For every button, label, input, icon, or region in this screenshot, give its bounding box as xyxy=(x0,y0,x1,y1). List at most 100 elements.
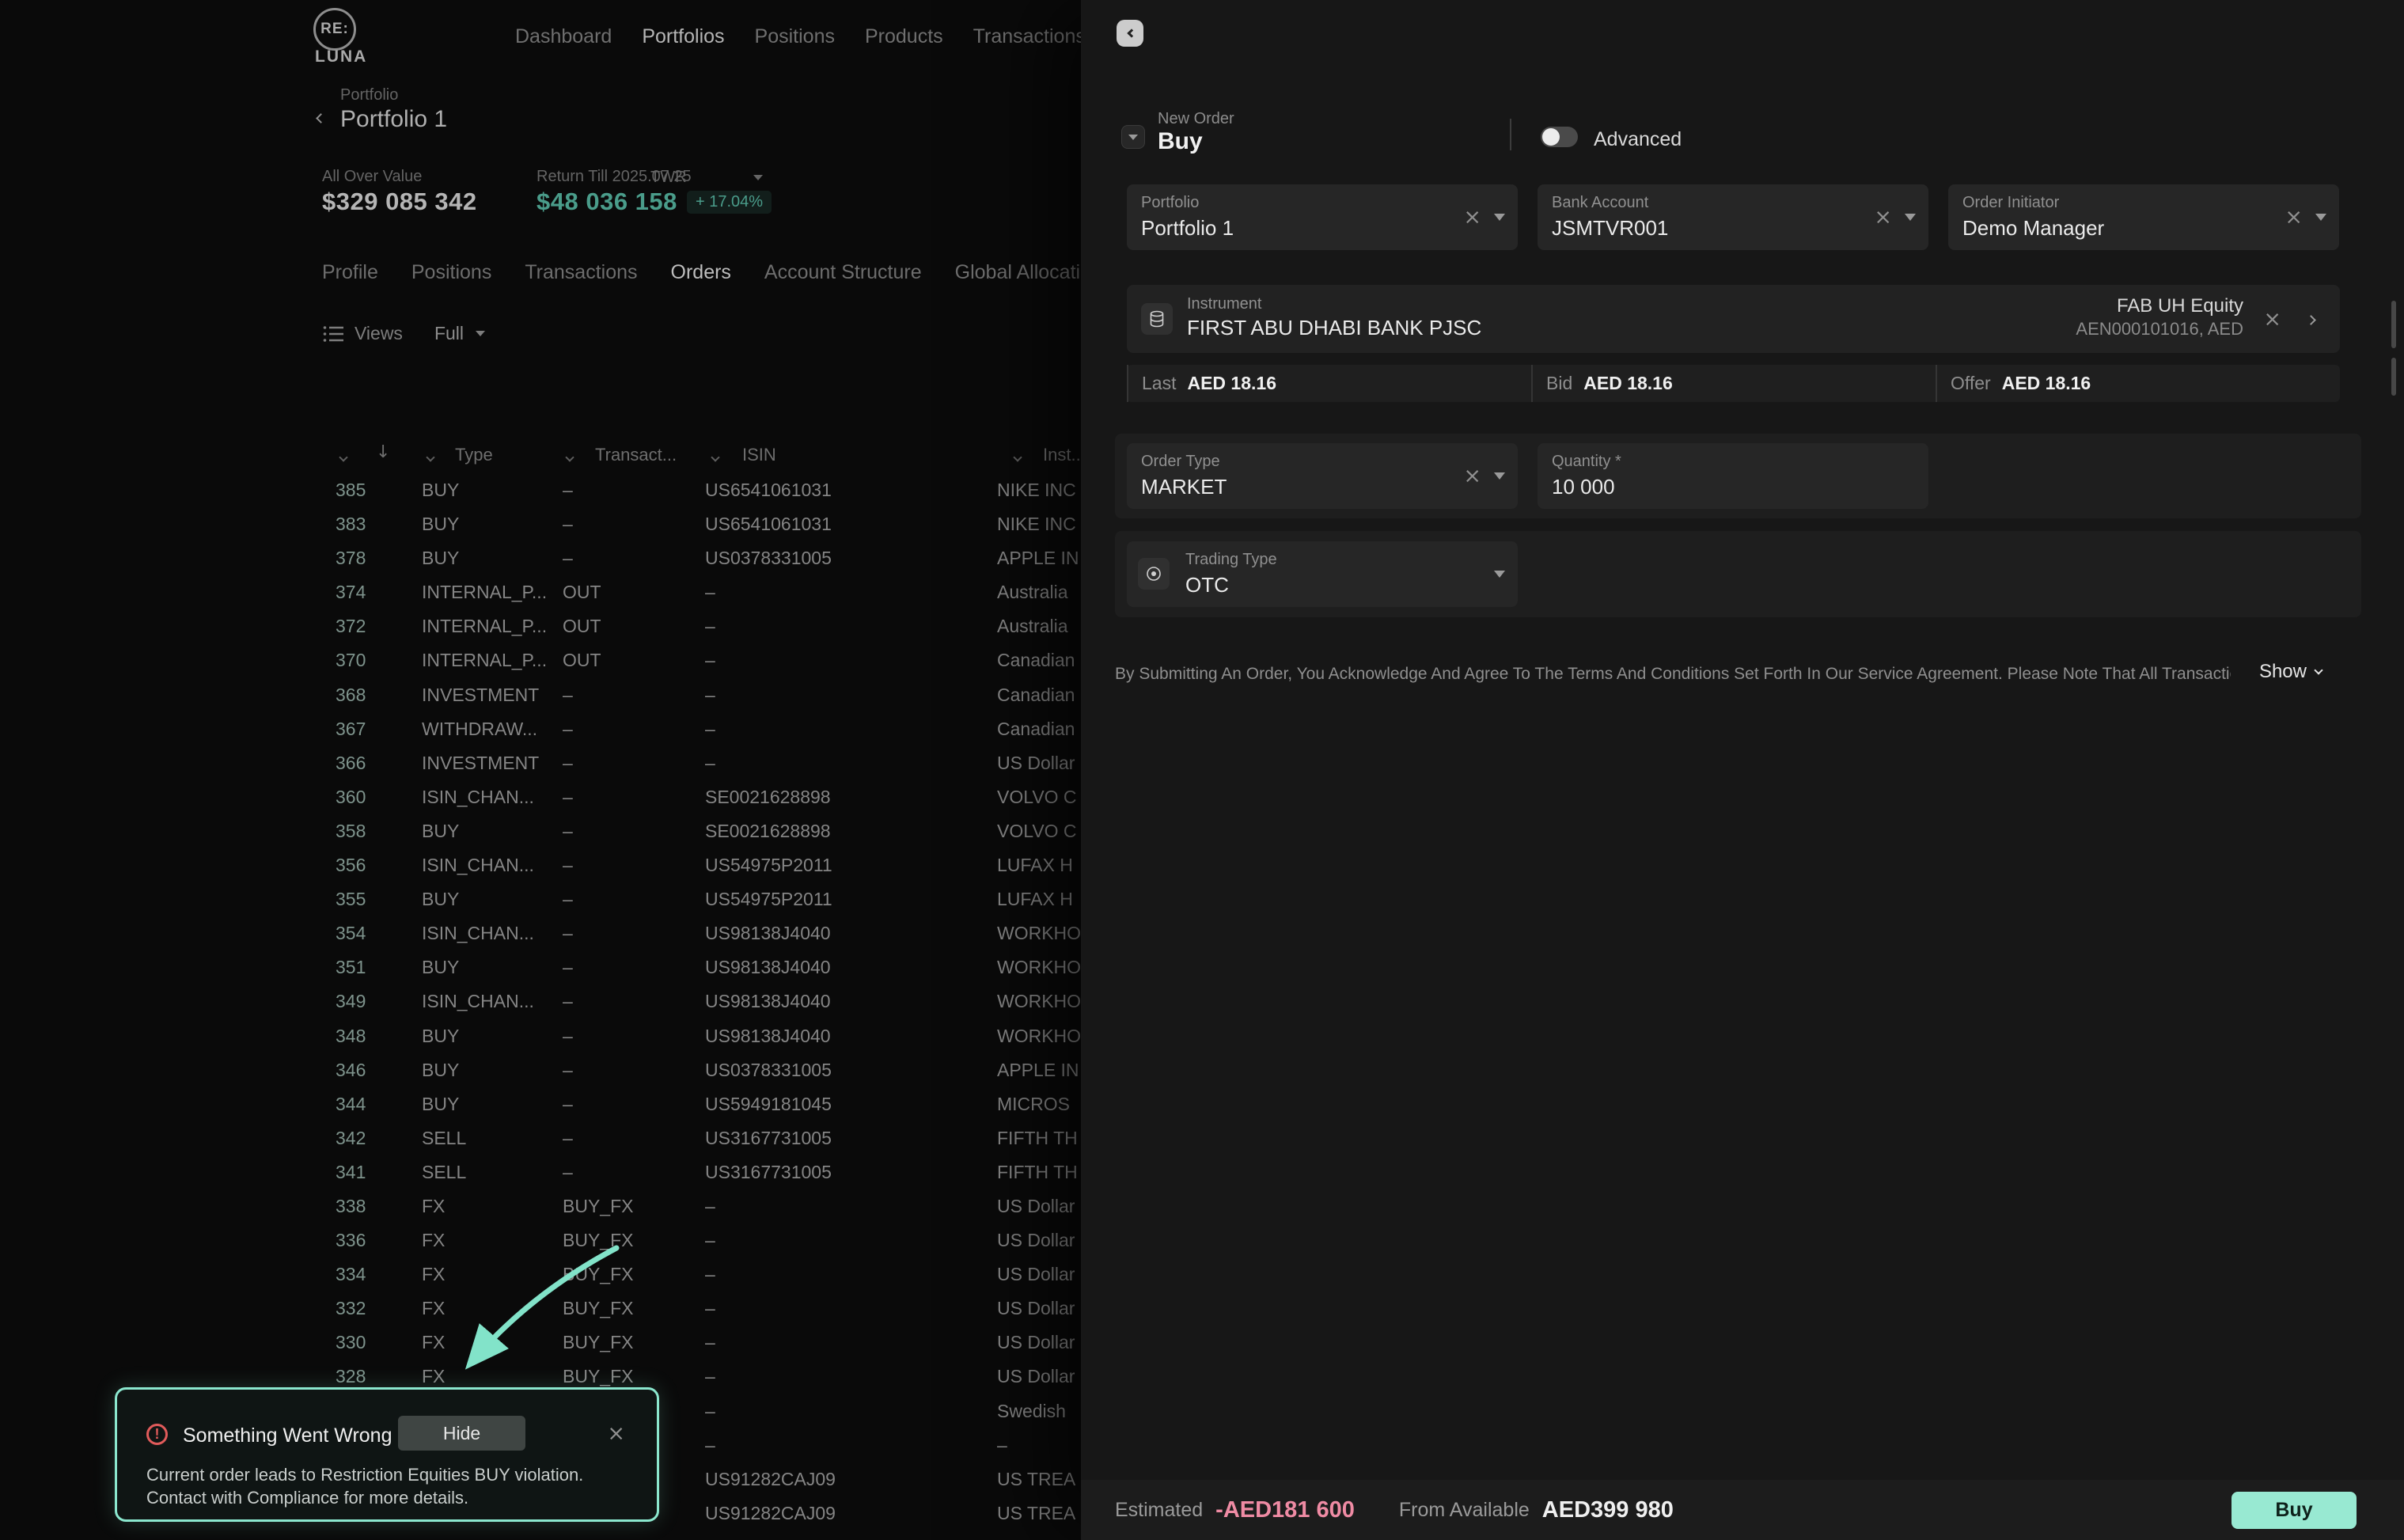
order-id: 358 xyxy=(336,814,366,848)
column-menu-icon[interactable] xyxy=(567,445,573,465)
tab[interactable]: Account Structure xyxy=(764,261,922,284)
divider xyxy=(1510,119,1511,150)
chevron-down-icon[interactable] xyxy=(1494,472,1505,480)
order-row[interactable]: 349 ISIN_CHAN... – US98138J4040 WORKHO xyxy=(322,984,1081,1018)
instrument-field[interactable]: Instrument FIRST ABU DHABI BANK PJSC FAB… xyxy=(1127,285,2340,353)
order-row[interactable]: 351 BUY – US98138J4040 WORKHO xyxy=(322,950,1081,984)
order-transact-cell: – xyxy=(563,712,573,746)
order-row[interactable]: 383 BUY – US6541061031 NIKE INC xyxy=(322,507,1081,541)
instrument-isin-currency: AEN000101016, AED xyxy=(2076,319,2243,339)
orders-table-body: 385 BUY – US6541061031 NIKE INC 383 BUY … xyxy=(322,473,1081,1531)
order-row[interactable]: 356 ISIN_CHAN... – US54975P2011 LUFAX H xyxy=(322,848,1081,882)
clear-icon[interactable] xyxy=(1463,207,1481,228)
order-instrument-cell: NIKE INC xyxy=(997,507,1081,541)
order-row[interactable]: 385 BUY – US6541061031 NIKE INC xyxy=(322,473,1081,507)
order-instrument-cell: Australia xyxy=(997,575,1081,609)
bank-account-field[interactable]: Bank Account JSMTVR001 xyxy=(1538,184,1928,250)
order-id: 346 xyxy=(336,1053,366,1087)
chevron-down-icon[interactable] xyxy=(1905,214,1916,221)
chevron-down-icon[interactable] xyxy=(1494,571,1505,578)
order-row[interactable]: 370 INTERNAL_P... OUT – Canadian xyxy=(322,643,1081,677)
nav-item[interactable]: Products xyxy=(865,25,943,48)
close-icon[interactable] xyxy=(607,1423,625,1444)
order-row[interactable]: 354 ISIN_CHAN... – US98138J4040 WORKHO xyxy=(322,916,1081,950)
order-row[interactable]: 348 BUY – US98138J4040 WORKHO xyxy=(322,1019,1081,1053)
chevron-right-icon[interactable] xyxy=(2307,313,2315,328)
views-icon[interactable] xyxy=(322,324,344,343)
order-initiator-field[interactable]: Order Initiator Demo Manager xyxy=(1948,184,2339,250)
order-row[interactable]: 344 BUY – US5949181045 MICROS xyxy=(322,1087,1081,1121)
order-row[interactable]: 374 INTERNAL_P... OUT – Australia xyxy=(322,575,1081,609)
clear-icon[interactable] xyxy=(1874,207,1892,228)
order-row[interactable]: 366 INVESTMENT – – US Dollar xyxy=(322,746,1081,780)
twr-change-badge: + 17.04% xyxy=(687,191,772,214)
order-row[interactable]: 332 FX BUY_FX – US Dollar xyxy=(322,1292,1081,1326)
panel-back-button[interactable] xyxy=(1117,20,1143,47)
breadcrumb: Portfolio xyxy=(340,86,398,104)
available-label: From Available xyxy=(1399,1499,1530,1522)
order-row[interactable]: 368 INVESTMENT – – Canadian xyxy=(322,678,1081,712)
twr-dropdown-icon[interactable] xyxy=(753,175,763,180)
portfolio-field[interactable]: Portfolio Portfolio 1 xyxy=(1127,184,1518,250)
column-menu-icon[interactable] xyxy=(427,445,434,465)
column-header-instrument[interactable]: Inst... xyxy=(1043,445,1081,465)
order-row[interactable]: 341 SELL – US3167731005 FIFTH TH xyxy=(322,1155,1081,1189)
clear-icon[interactable] xyxy=(1463,465,1481,487)
tab[interactable]: Profile xyxy=(322,261,378,284)
orders-table-header: Type Transact... ISIN Inst... xyxy=(322,440,1081,473)
chevron-down-icon[interactable] xyxy=(1494,214,1505,221)
show-more-button[interactable]: Show xyxy=(2259,661,2322,683)
clear-icon[interactable] xyxy=(2285,207,2303,228)
column-menu-icon[interactable] xyxy=(1014,445,1021,465)
back-button[interactable] xyxy=(308,105,333,131)
order-row[interactable]: 367 WITHDRAW... – – Canadian xyxy=(322,712,1081,746)
order-isin-cell: – xyxy=(705,746,715,780)
order-row[interactable]: 334 FX BUY_FX – US Dollar xyxy=(322,1257,1081,1292)
scrollbar-thumb[interactable] xyxy=(2391,358,2396,396)
order-row[interactable]: 372 INTERNAL_P... OUT – Australia xyxy=(322,609,1081,643)
sort-direction-icon[interactable] xyxy=(376,442,390,462)
column-header-transact[interactable]: Transact... xyxy=(595,445,677,465)
nav-item[interactable]: Transactions xyxy=(973,25,1086,48)
order-row[interactable]: 346 BUY – US0378331005 APPLE IN xyxy=(322,1053,1081,1087)
clear-icon[interactable] xyxy=(2263,309,2281,330)
scrollbar-thumb[interactable] xyxy=(2391,301,2396,348)
tab[interactable]: Orders xyxy=(671,261,731,284)
order-type-field[interactable]: Order Type MARKET xyxy=(1127,443,1518,509)
advanced-toggle[interactable] xyxy=(1541,127,1578,147)
order-row[interactable]: 378 BUY – US0378331005 APPLE IN xyxy=(322,541,1081,575)
column-header-type[interactable]: Type xyxy=(455,445,493,465)
order-isin-cell: – xyxy=(705,1189,715,1223)
order-isin-cell: US98138J4040 xyxy=(705,984,831,1018)
nav-item[interactable]: Positions xyxy=(755,25,835,48)
buy-button[interactable]: Buy xyxy=(2231,1492,2357,1529)
order-row[interactable]: 342 SELL – US3167731005 FIFTH TH xyxy=(322,1121,1081,1155)
column-header-isin[interactable]: ISIN xyxy=(742,445,776,465)
order-row[interactable]: 338 FX BUY_FX – US Dollar xyxy=(322,1189,1081,1223)
collapse-rows-icon[interactable] xyxy=(340,445,347,465)
tab[interactable]: Global Allocation xyxy=(955,261,1102,284)
order-side-dropdown-button[interactable] xyxy=(1121,125,1145,149)
tab[interactable]: Transactions xyxy=(525,261,637,284)
order-isin-cell: US0378331005 xyxy=(705,541,832,575)
quantity-field[interactable]: Quantity * 10 000 xyxy=(1538,443,1928,509)
order-row[interactable]: 336 FX BUY_FX – US Dollar xyxy=(322,1223,1081,1257)
nav-item[interactable]: Portfolios xyxy=(642,25,724,48)
order-isin-cell: – xyxy=(705,1292,715,1326)
nav-item[interactable]: Dashboard xyxy=(515,25,612,48)
hide-button[interactable]: Hide xyxy=(398,1416,525,1451)
order-row[interactable]: 330 FX BUY_FX – US Dollar xyxy=(322,1326,1081,1360)
trading-type-field[interactable]: Trading Type OTC xyxy=(1127,541,1518,607)
chevron-down-icon[interactable] xyxy=(2315,214,2326,221)
order-type-cell: INTERNAL_P... xyxy=(422,643,558,677)
order-row[interactable]: 358 BUY – SE0021628898 VOLVO C xyxy=(322,814,1081,848)
order-transact-cell: – xyxy=(563,473,573,507)
order-row[interactable]: 360 ISIN_CHAN... – SE0021628898 VOLVO C xyxy=(322,780,1081,814)
order-row[interactable]: 355 BUY – US54975P2011 LUFAX H xyxy=(322,882,1081,916)
new-order-panel: New Order Buy Advanced Portfolio Portfol… xyxy=(1081,0,2404,1540)
order-id: 370 xyxy=(336,643,366,677)
views-selector[interactable]: Full xyxy=(434,323,464,344)
views-dropdown-icon[interactable] xyxy=(476,331,485,336)
column-menu-icon[interactable] xyxy=(712,445,719,465)
tab[interactable]: Positions xyxy=(411,261,491,284)
